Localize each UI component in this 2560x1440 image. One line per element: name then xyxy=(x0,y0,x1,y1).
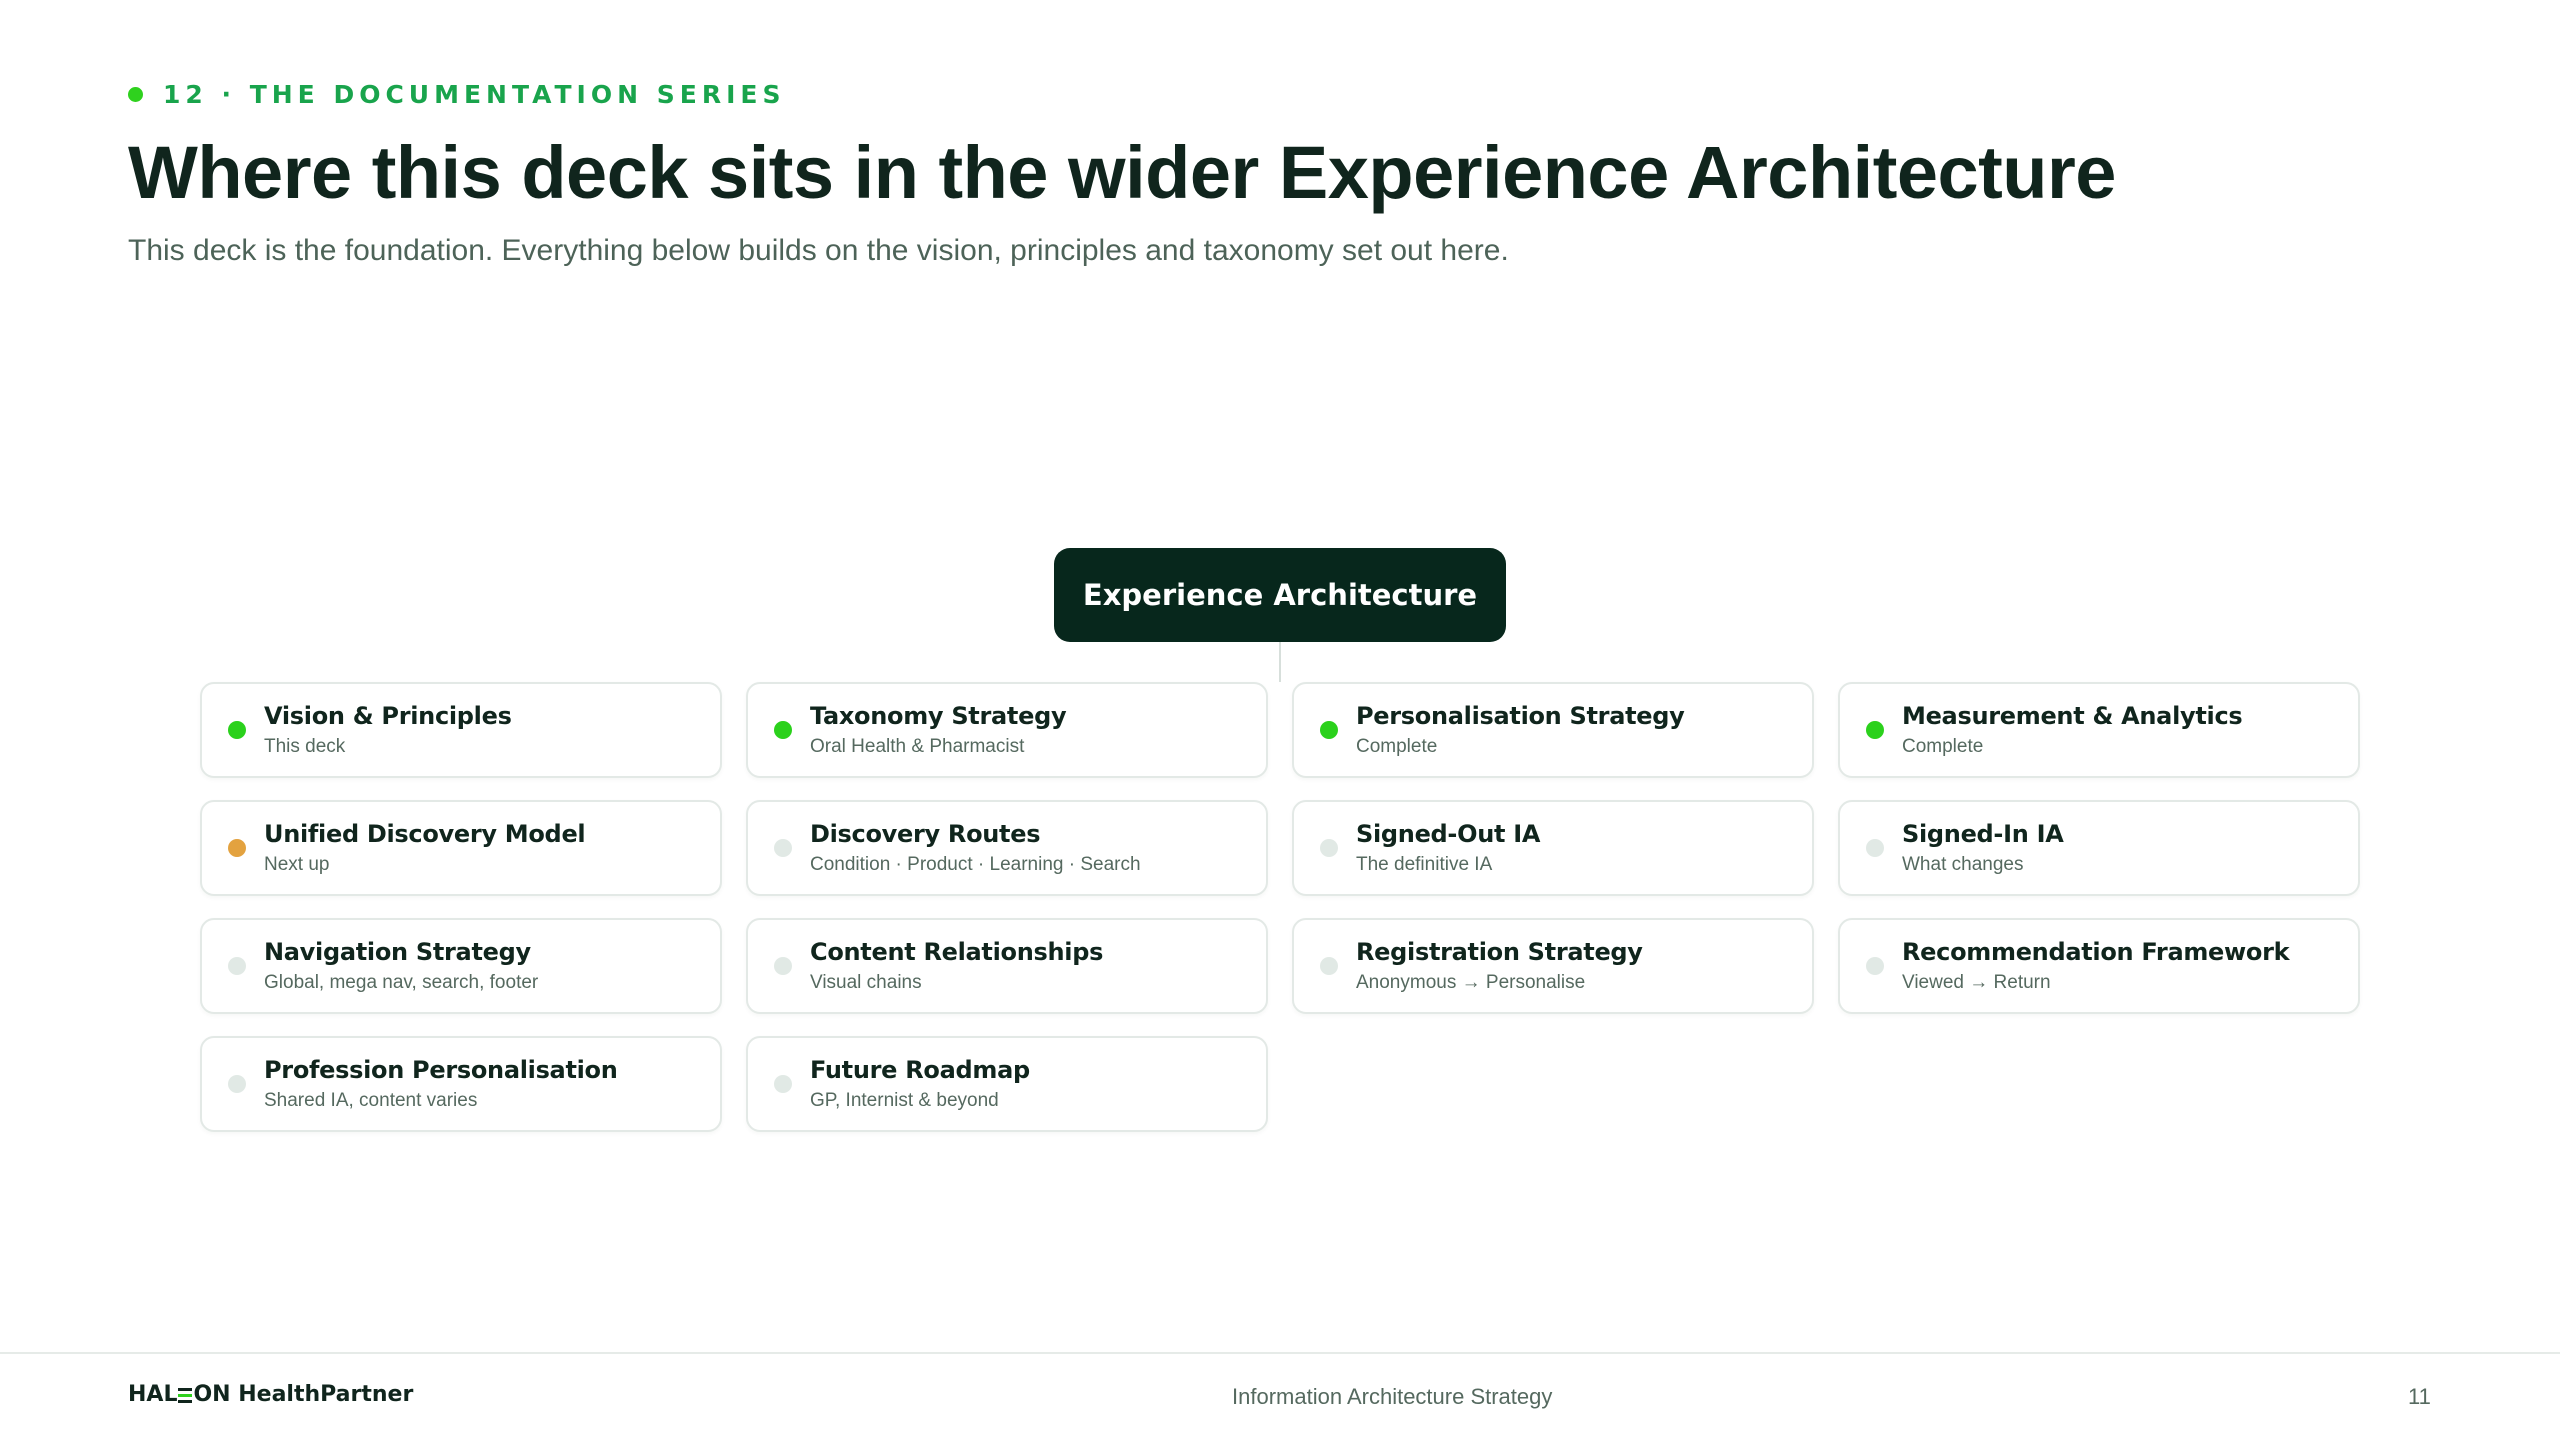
page-subtitle: This deck is the foundation. Everything … xyxy=(128,234,1509,267)
card-subtitle: Complete xyxy=(1356,736,1438,757)
card-title: Signed-In IA xyxy=(1902,820,2064,848)
eyebrow: 12 · THE DOCUMENTATION SERIES xyxy=(128,80,785,109)
status-dot-icon xyxy=(1866,957,1884,975)
card-subtitle: The definitive IA xyxy=(1356,854,1493,875)
card-title: Unified Discovery Model xyxy=(264,820,586,848)
root-node-experience-architecture: Experience Architecture xyxy=(1054,548,1506,642)
card-title: Future Roadmap xyxy=(810,1056,1030,1084)
tree-connector xyxy=(1279,642,1281,682)
card-subtitle: Anonymous → Personalise xyxy=(1356,972,1586,993)
status-dot-icon xyxy=(228,957,246,975)
status-dot-icon xyxy=(774,721,792,739)
card-navigation-strategy[interactable]: Navigation Strategy Global, mega nav, se… xyxy=(200,918,722,1014)
card-unified-discovery-model[interactable]: Unified Discovery Model Next up xyxy=(200,800,722,896)
page-number: 11 xyxy=(2408,1384,2431,1409)
card-title: Measurement & Analytics xyxy=(1902,702,2243,730)
card-subtitle: Shared IA, content varies xyxy=(264,1090,478,1111)
card-signed-in-ia[interactable]: Signed-In IA What changes xyxy=(1838,800,2360,896)
card-future-roadmap[interactable]: Future Roadmap GP, Internist & beyond xyxy=(746,1036,1268,1132)
logo-text-right: ON HealthPartner xyxy=(193,1382,414,1407)
card-title: Discovery Routes xyxy=(810,820,1041,848)
card-title: Content Relationships xyxy=(810,938,1104,966)
card-subtitle: GP, Internist & beyond xyxy=(810,1090,999,1111)
card-subtitle: Next up xyxy=(264,854,330,875)
card-subtitle: Complete xyxy=(1902,736,1984,757)
logo-text-left: HAL xyxy=(128,1382,178,1407)
status-dot-icon xyxy=(774,1075,792,1093)
card-subtitle: Oral Health & Pharmacist xyxy=(810,736,1025,757)
card-subtitle: This deck xyxy=(264,736,346,757)
card-subtitle: Viewed → Return xyxy=(1902,972,2051,993)
eyebrow-dot-icon xyxy=(128,87,143,102)
brand-logo: HAL ON HealthPartner xyxy=(128,1382,413,1407)
card-personalisation-strategy[interactable]: Personalisation Strategy Complete xyxy=(1292,682,1814,778)
status-dot-icon xyxy=(1320,721,1338,739)
card-title: Profession Personalisation xyxy=(264,1056,618,1084)
card-subtitle: What changes xyxy=(1902,854,2024,875)
card-title: Registration Strategy xyxy=(1356,938,1643,966)
card-registration-strategy[interactable]: Registration Strategy Anonymous → Person… xyxy=(1292,918,1814,1014)
card-subtitle: Condition · Product · Learning · Search xyxy=(810,854,1141,875)
status-dot-icon xyxy=(228,721,246,739)
card-content-relationships[interactable]: Content Relationships Visual chains xyxy=(746,918,1268,1014)
root-node-label: Experience Architecture xyxy=(1082,578,1478,612)
card-title: Personalisation Strategy xyxy=(1356,702,1685,730)
card-title: Signed-Out IA xyxy=(1356,820,1541,848)
status-dot-icon xyxy=(774,839,792,857)
eyebrow-text: 12 · THE DOCUMENTATION SERIES xyxy=(163,80,786,109)
card-recommendation-framework[interactable]: Recommendation Framework Viewed → Return xyxy=(1838,918,2360,1014)
card-measurement-analytics[interactable]: Measurement & Analytics Complete xyxy=(1838,682,2360,778)
card-discovery-routes[interactable]: Discovery Routes Condition · Product · L… xyxy=(746,800,1268,896)
card-title: Navigation Strategy xyxy=(264,938,531,966)
status-dot-icon xyxy=(1320,839,1338,857)
status-dot-icon xyxy=(228,1075,246,1093)
page-title: Where this deck sits in the wider Experi… xyxy=(128,131,2116,214)
logo-e-mark-icon xyxy=(178,1387,193,1403)
status-dot-icon xyxy=(1320,957,1338,975)
card-title: Recommendation Framework xyxy=(1902,938,2290,966)
card-signed-out-ia[interactable]: Signed-Out IA The definitive IA xyxy=(1292,800,1814,896)
status-dot-icon xyxy=(1866,839,1884,857)
card-title: Vision & Principles xyxy=(264,702,512,730)
status-dot-icon xyxy=(774,957,792,975)
card-profession-personalisation[interactable]: Profession Personalisation Shared IA, co… xyxy=(200,1036,722,1132)
card-subtitle: Global, mega nav, search, footer xyxy=(264,972,539,993)
footer-divider xyxy=(0,1352,2560,1354)
card-subtitle: Visual chains xyxy=(810,972,922,993)
footer-document-title: Information Architecture Strategy xyxy=(1232,1384,1553,1409)
status-dot-icon xyxy=(1866,721,1884,739)
card-title: Taxonomy Strategy xyxy=(810,702,1067,730)
status-dot-icon xyxy=(228,839,246,857)
card-vision-principles[interactable]: Vision & Principles This deck xyxy=(200,682,722,778)
card-taxonomy-strategy[interactable]: Taxonomy Strategy Oral Health & Pharmaci… xyxy=(746,682,1268,778)
deck-grid: Vision & Principles This deck Taxonomy S… xyxy=(200,682,2360,1132)
